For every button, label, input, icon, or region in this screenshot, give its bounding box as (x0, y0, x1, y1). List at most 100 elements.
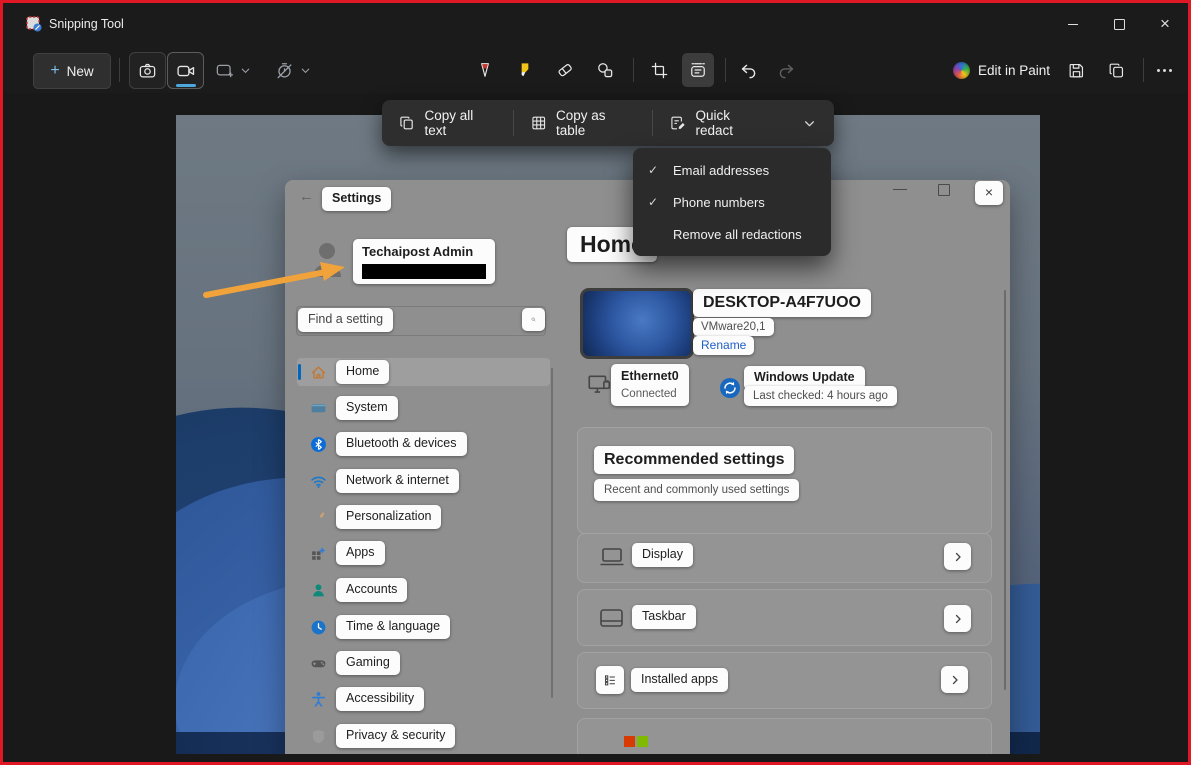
maximize-button[interactable] (1096, 3, 1142, 45)
ballpoint-pen-tool[interactable] (469, 53, 501, 87)
rename-link-pill[interactable]: Rename (693, 336, 754, 355)
windows-update-status-pill[interactable]: Last checked: 4 hours ago (744, 386, 897, 406)
menu-item-label: Remove all redactions (673, 227, 802, 242)
copy-icon (1107, 61, 1126, 80)
sidebar-item-system[interactable]: System (310, 394, 398, 422)
copy-icon (398, 114, 415, 132)
display-chevron-button[interactable] (944, 543, 971, 570)
person-icon (310, 582, 327, 599)
save-button[interactable] (1060, 53, 1092, 87)
quick-redact-dropdown-button[interactable] (785, 100, 834, 146)
sidebar-label[interactable]: Time & language (336, 615, 450, 639)
eraser-tool[interactable] (549, 53, 581, 87)
sidebar-label[interactable]: System (336, 396, 398, 420)
redact-icon (669, 114, 686, 132)
copy-all-text-button[interactable]: Copy all text (382, 100, 513, 146)
new-snip-button[interactable]: + New (33, 53, 111, 89)
sidebar-label[interactable]: Personalization (336, 505, 441, 529)
device-name-pill[interactable]: DESKTOP-A4F7UOO (693, 289, 871, 317)
text-actions-toolbar: Copy all text Copy as table Quick redact (382, 100, 834, 146)
snapshot-mode-button[interactable] (129, 52, 166, 89)
installed-apps-label-pill[interactable]: Installed apps (631, 668, 728, 692)
chevron-right-icon (952, 613, 964, 625)
ethernet-pill[interactable]: Ethernet0 Connected (611, 364, 689, 406)
display-icon (599, 546, 625, 568)
sidebar-item-time-language[interactable]: Time & language (310, 613, 450, 641)
sidebar-label[interactable]: Bluetooth & devices (336, 432, 467, 456)
undo-button[interactable] (732, 53, 764, 87)
sidebar-label[interactable]: Accessibility (336, 687, 424, 711)
menu-item-phone-numbers[interactable]: ✓ Phone numbers (633, 186, 831, 218)
recommended-subtitle-pill[interactable]: Recent and commonly used settings (594, 479, 799, 501)
toolbar: + New (3, 47, 1188, 93)
more-options-button[interactable] (1148, 53, 1180, 87)
sidebar-label[interactable]: Network & internet (336, 469, 459, 493)
search-icon[interactable] (522, 308, 545, 331)
display-label-pill[interactable]: Display (632, 543, 693, 567)
bluetooth-icon (310, 436, 327, 453)
sidebar-item-personalization[interactable]: Personalization (310, 503, 441, 531)
sidebar-label[interactable]: Gaming (336, 651, 400, 675)
device-thumbnail (580, 288, 694, 359)
sidebar-label[interactable]: Home (336, 360, 389, 384)
clock-globe-icon (310, 619, 327, 636)
app-icon (25, 15, 43, 33)
main-scrollbar[interactable] (1004, 290, 1006, 690)
sidebar-label[interactable]: Apps (336, 541, 385, 565)
copy-all-text-label: Copy all text (424, 108, 496, 138)
undo-icon (739, 61, 758, 80)
record-mode-button[interactable] (167, 52, 204, 89)
copy-button[interactable] (1100, 53, 1132, 87)
settings-minimize-icon (893, 189, 907, 190)
menu-item-label: Phone numbers (673, 195, 765, 210)
device-model-pill[interactable]: VMware20,1 (693, 318, 774, 336)
close-button[interactable]: × (1142, 3, 1188, 45)
sidebar-item-accounts[interactable]: Accounts (310, 576, 407, 604)
settings-close-icon[interactable]: × (975, 181, 1003, 205)
accessibility-person-icon (310, 691, 327, 708)
sidebar-label[interactable]: Accounts (336, 578, 407, 602)
sidebar-scrollbar[interactable] (551, 368, 553, 698)
sidebar-label[interactable]: Privacy & security (336, 724, 455, 748)
installed-apps-icon (596, 666, 624, 694)
chevron-right-icon (949, 674, 961, 686)
copy-as-table-button[interactable]: Copy as table (514, 100, 653, 146)
redaction-bar[interactable] (362, 264, 486, 279)
highlighter-tool[interactable] (509, 53, 541, 87)
menu-item-email-addresses[interactable]: ✓ Email addresses (633, 154, 831, 186)
camera-icon (138, 61, 157, 80)
snip-shape-dropdown[interactable] (215, 55, 251, 85)
sidebar-item-accessibility[interactable]: Accessibility (310, 685, 424, 713)
save-icon (1067, 61, 1086, 80)
search-placeholder-pill[interactable]: Find a setting (298, 308, 393, 332)
sidebar-item-apps[interactable]: Apps (310, 539, 385, 567)
chevron-right-icon (952, 551, 964, 563)
ms-logo-red-square (624, 736, 635, 747)
menu-item-remove-all-redactions[interactable]: Remove all redactions (633, 218, 831, 250)
redo-button[interactable] (770, 53, 802, 87)
sidebar-item-network[interactable]: Network & internet (310, 467, 459, 495)
quick-redact-button[interactable]: Quick redact (653, 100, 785, 146)
check-icon: ✓ (633, 195, 673, 209)
redo-icon (777, 61, 796, 80)
account-name-pill[interactable]: Techaipost Admin (353, 239, 495, 284)
shapes-tool[interactable] (589, 53, 621, 87)
chevron-down-icon (803, 117, 816, 130)
text-actions-tool[interactable] (682, 53, 714, 87)
minimize-button[interactable] (1050, 3, 1096, 45)
sidebar-item-home[interactable]: Home (310, 358, 389, 386)
sidebar-item-bluetooth[interactable]: Bluetooth & devices (310, 430, 467, 458)
sidebar-item-privacy[interactable]: Privacy & security (310, 722, 455, 750)
taskbar-label-pill[interactable]: Taskbar (632, 605, 696, 629)
edit-in-paint-button[interactable]: Edit in Paint (953, 55, 1050, 85)
installed-apps-chevron-button[interactable] (941, 666, 968, 693)
recommended-title-pill[interactable]: Recommended settings (594, 446, 794, 474)
taskbar-chevron-button[interactable] (944, 605, 971, 632)
edit-in-paint-label: Edit in Paint (978, 63, 1050, 78)
delay-timer-dropdown[interactable] (275, 55, 311, 85)
sidebar-item-gaming[interactable]: Gaming (310, 649, 400, 677)
settings-title-pill[interactable]: Settings (322, 187, 391, 211)
paint-app-icon (953, 62, 970, 79)
crop-tool[interactable] (643, 53, 675, 87)
apps-icon (310, 545, 327, 562)
